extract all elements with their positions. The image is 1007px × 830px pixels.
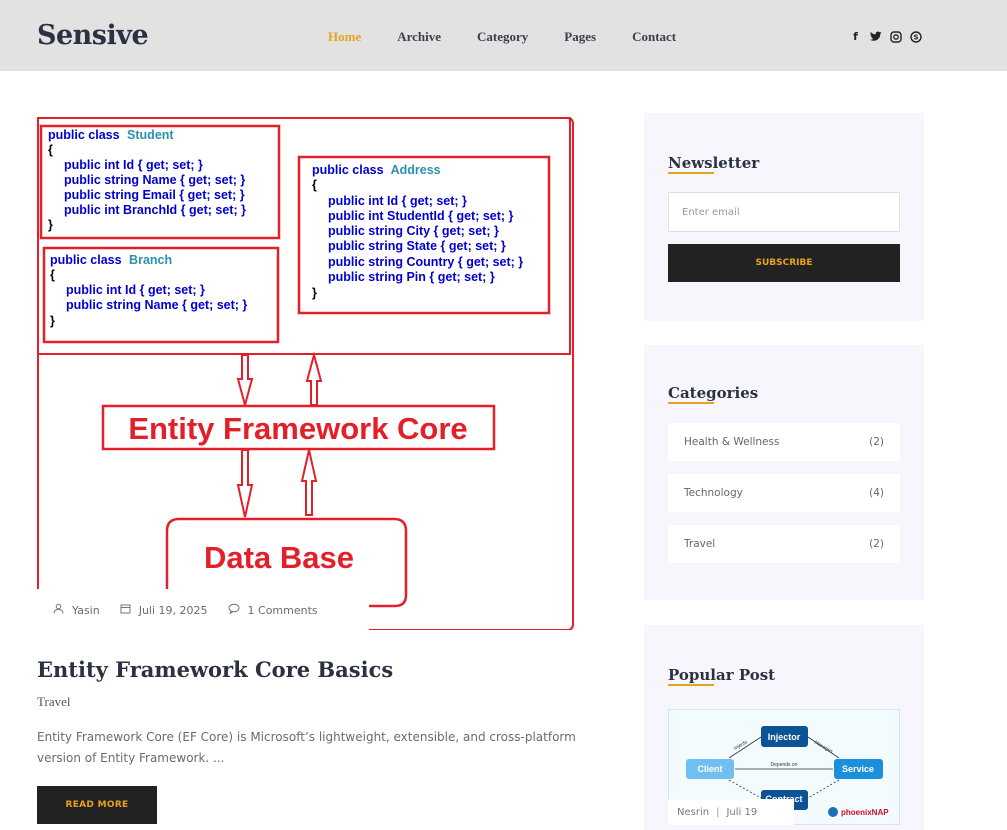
category-item[interactable]: Travel (2) [668, 525, 900, 563]
down-arrow-icon [236, 354, 254, 409]
code-line: { [48, 143, 53, 157]
post-comments[interactable]: 1 Comments [228, 603, 318, 617]
database-label: Data Base [204, 540, 354, 575]
post-excerpt: Entity Framework Core (EF Core) is Micro… [37, 730, 576, 765]
meta-separator: | [716, 806, 720, 818]
popular-post-meta: Nesrin | Juli 19 [668, 799, 794, 825]
category-count: (2) [869, 436, 884, 448]
popular-post-author[interactable]: Nesrin [677, 807, 709, 818]
post-meta: Yasin Juli 19, 2025 1 Comments [37, 589, 369, 631]
address-class-header: public class Address [312, 163, 441, 177]
post-date: Juli 19, 2025 [120, 603, 208, 617]
svg-text:Injector: Injector [768, 732, 801, 742]
code-line: public string Email { get; set; } [64, 188, 245, 202]
code-line: } [312, 286, 317, 300]
code-line: } [48, 218, 53, 232]
code-line: public int Id { get; set; } [328, 194, 467, 208]
user-icon [53, 603, 64, 617]
newsletter-title: Newsletter [668, 154, 760, 174]
svg-text:phoenixNAP: phoenixNAP [841, 808, 889, 817]
twitter-icon[interactable] [869, 30, 882, 43]
svg-text:Manages: Manages [813, 740, 834, 756]
instagram-icon[interactable] [889, 30, 902, 43]
branch-class-header: public class Branch [50, 253, 172, 267]
nav-contact[interactable]: Contact [632, 29, 676, 45]
categories-title: Categories [668, 384, 759, 404]
svg-text:S: S [913, 33, 918, 41]
read-more-button[interactable]: READ MORE [37, 786, 157, 824]
popular-post-title: Popular Post [668, 666, 776, 686]
comment-icon [228, 603, 240, 617]
up-arrow-icon [305, 351, 323, 406]
category-item[interactable]: Health & Wellness (2) [668, 423, 900, 461]
code-line: { [50, 268, 55, 282]
subscribe-button[interactable]: SUBSCRIBE [668, 244, 900, 282]
code-line: public string Name { get; set; } [64, 173, 245, 187]
svg-text:Depends on: Depends on [771, 762, 798, 768]
post-author[interactable]: Yasin [53, 603, 100, 617]
skype-icon[interactable]: S [909, 30, 922, 43]
code-line: public string Pin { get; set; } [328, 270, 495, 284]
site-logo[interactable]: Sensive [37, 20, 149, 51]
code-line: public string City { get; set; } [328, 224, 499, 238]
code-line: { [312, 178, 317, 192]
code-line: public string Country { get; set; } [328, 255, 523, 269]
nav-home[interactable]: Home [328, 29, 361, 45]
category-name: Travel [684, 538, 716, 550]
code-line: public int StudentId { get; set; } [328, 209, 514, 223]
featured-image[interactable]: public class Student { public int Id { g… [37, 117, 575, 630]
main-nav: Home Archive Category Pages Contact [328, 29, 712, 45]
ef-core-label: Entity Framework Core [128, 411, 467, 446]
code-line: public string Name { get; set; } [66, 298, 247, 312]
student-class-header: public class Student [48, 128, 174, 142]
category-name: Technology [684, 487, 743, 499]
category-item[interactable]: Technology (4) [668, 474, 900, 512]
site-header: Sensive Home Archive Category Pages Cont… [0, 0, 1007, 71]
ef-core-diagram: public class Student { public int Id { g… [37, 117, 574, 630]
categories-widget: Categories Health & Wellness (2) Technol… [644, 345, 924, 600]
code-line: public string State { get; set; } [328, 239, 506, 253]
category-count: (4) [869, 487, 884, 499]
popular-post-date: Juli 19 [726, 806, 758, 818]
category-count: (2) [869, 538, 884, 550]
code-line: public int Id { get; set; } [66, 283, 205, 297]
down-arrow-icon [236, 449, 254, 518]
facebook-icon[interactable]: f [849, 30, 862, 43]
svg-text:Client: Client [697, 764, 722, 774]
nav-pages[interactable]: Pages [564, 29, 596, 45]
popular-post-widget: Popular Post Injector Client Service Con… [644, 625, 924, 830]
social-links: f S [849, 30, 922, 43]
code-line: public int Id { get; set; } [64, 158, 203, 172]
post-title[interactable]: Entity Framework Core Basics [37, 657, 393, 682]
email-field[interactable]: Enter email [668, 192, 900, 232]
calendar-icon [120, 603, 131, 617]
code-line: public int BranchId { get; set; } [64, 203, 246, 217]
svg-text:Service: Service [842, 764, 874, 774]
newsletter-widget: Newsletter Enter email SUBSCRIBE [644, 113, 924, 321]
up-arrow-icon [300, 449, 318, 516]
category-name: Health & Wellness [684, 436, 780, 448]
code-line: } [50, 314, 55, 328]
nav-category[interactable]: Category [477, 29, 528, 45]
nav-archive[interactable]: Archive [397, 29, 441, 45]
post-category[interactable]: Travel [37, 694, 70, 710]
